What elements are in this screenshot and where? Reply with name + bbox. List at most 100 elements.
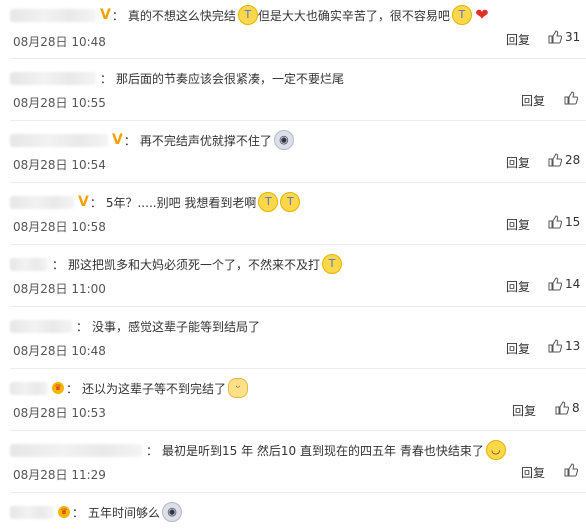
like-button[interactable]: 28 (548, 153, 580, 167)
like-button[interactable]: 14 (548, 277, 580, 291)
crying-emoji-icon: T (258, 192, 279, 212)
comment-item: V ： 真的不想这么快完结 T 但是大大也确实辛苦了，很不容易吧 T ❤ 08月… (0, 0, 586, 59)
thumbs-up-icon (548, 153, 562, 167)
comment-item: V ： 5年？.....别吧 我想看到老啊 T T 08月28日 10:58 回… (0, 182, 586, 244)
username-blurred[interactable] (10, 71, 96, 85)
crown-badge-icon: ♛ (52, 382, 64, 394)
comment-text: 那后面的节奏应该会很紧凑，一定不要烂尾 (116, 71, 345, 86)
separator (10, 120, 586, 121)
comment-date: 08月28日 10:58 (13, 220, 106, 234)
verified-badge-icon: V (112, 132, 123, 148)
separator (10, 492, 586, 493)
thumbs-up-icon (548, 277, 562, 291)
comment-item: ： 没事，感觉这辈子能等到结局了 08月28日 10:48 回复 13 (0, 306, 586, 368)
thumbs-up-icon (548, 215, 562, 229)
colon: ： (123, 133, 136, 148)
like-button[interactable] (564, 91, 581, 105)
like-button[interactable]: 15 (548, 215, 580, 229)
username-blurred[interactable] (10, 319, 72, 333)
separator (10, 244, 586, 245)
crying-emoji-icon: T (322, 254, 343, 274)
comment-line: V ： 真的不想这么快完结 T 但是大大也确实辛苦了，很不容易吧 T ❤ (10, 3, 490, 27)
comment-text: 最初是听到15 年 然后10 直到现在的四五年 青春也快结束了 (162, 443, 484, 458)
verified-badge-icon: V (100, 7, 111, 23)
comment-item: ♛ ： 五年时间够么 ◉ (0, 492, 586, 529)
crying-emoji-icon: T (451, 5, 472, 25)
comment-text: 再不完结声优就撑不住了 (139, 133, 272, 148)
comment-line: V ： 再不完结声优就撑不住了 ◉ (10, 128, 294, 152)
comment-text: 还以为这辈子等不到完结了 (82, 381, 227, 396)
comment-text: 没事，感觉这辈子能等到结局了 (92, 319, 261, 334)
comment-line: ： 没事，感觉这辈子能等到结局了 (10, 314, 260, 338)
comment-line: V ： 5年？.....别吧 我想看到老啊 T T (10, 190, 301, 214)
reply-button[interactable]: 回复 (521, 92, 545, 109)
username-blurred[interactable] (10, 133, 108, 147)
thumbs-up-icon (555, 401, 569, 415)
comment-date: 08月28日 10:48 (13, 344, 106, 358)
comment-text-continued: 但是大大也确实辛苦了，很不容易吧 (257, 8, 450, 23)
colon: ： (76, 319, 89, 334)
like-count: 31 (565, 30, 581, 44)
comment-line: ： 最初是听到15 年 然后10 直到现在的四五年 青春也快结束了 ◡ (10, 438, 506, 462)
thumbs-up-icon (548, 30, 562, 44)
like-count: 14 (565, 277, 581, 291)
colon: ： (72, 505, 85, 520)
like-count: 15 (565, 215, 581, 229)
reply-button[interactable]: 回复 (521, 464, 545, 481)
comment-item: V ： 再不完结声优就撑不住了 ◉ 08月28日 10:54 回复 28 (0, 120, 586, 182)
username-blurred[interactable] (10, 443, 142, 457)
comment-item: ： 那后面的节奏应该会很紧凑，一定不要烂尾 08月28日 10:55 回复 (0, 58, 586, 120)
reply-button[interactable]: 回复 (506, 216, 530, 233)
reply-button[interactable]: 回复 (512, 402, 536, 419)
verified-badge-icon: V (78, 194, 89, 210)
comment-line: ♛ ： 五年时间够么 ◉ (10, 500, 183, 524)
username-blurred[interactable] (10, 257, 48, 271)
crying-emoji-icon: T (280, 192, 301, 212)
thumbs-up-icon (564, 91, 578, 105)
cat-emoji-icon: ᵕ (228, 378, 249, 398)
comment-line: ： 那后面的节奏应该会很紧凑，一定不要烂尾 (10, 66, 344, 90)
colon: ： (52, 257, 65, 272)
colon: ： (100, 71, 113, 86)
comment-line: ： 那这把凯多和大妈必须死一个了，不然来不及打 T (10, 252, 343, 276)
username-blurred[interactable] (10, 381, 48, 395)
scared-emoji-icon: ◉ (273, 130, 294, 150)
like-button[interactable] (564, 463, 581, 477)
comment-date: 08月28日 11:00 (13, 282, 106, 296)
like-count: 28 (565, 153, 581, 167)
like-button[interactable]: 31 (548, 30, 580, 44)
like-button[interactable]: 13 (548, 339, 580, 353)
username-blurred[interactable] (10, 8, 96, 22)
crown-badge-icon: ♛ (58, 506, 70, 518)
separator (10, 182, 586, 183)
comment-date: 08月28日 11:29 (13, 468, 106, 482)
comment-item: ： 最初是听到15 年 然后10 直到现在的四五年 青春也快结束了 ◡ 08月2… (0, 430, 586, 492)
username-blurred[interactable] (10, 505, 54, 519)
comment-date: 08月28日 10:53 (13, 406, 106, 420)
thumbs-up-icon (548, 339, 562, 353)
reply-button[interactable]: 回复 (506, 278, 530, 295)
separator (10, 368, 586, 369)
scared-emoji-icon: ◉ (162, 502, 183, 522)
comment-page: { "comments": [ {"text":"真的不想这么快完结","tex… (0, 0, 586, 529)
colon: ： (66, 381, 79, 396)
username-blurred[interactable] (10, 195, 74, 209)
comment-line: ♛ ： 还以为这辈子等不到完结了 ᵕ (10, 376, 249, 400)
colon: ： (146, 443, 159, 458)
crying-emoji-icon: T (237, 5, 258, 25)
comment-text: 5年？.....别吧 我想看到老啊 (105, 195, 257, 210)
reply-button[interactable]: 回复 (506, 154, 530, 171)
like-button[interactable]: 8 (555, 401, 580, 415)
smile-emoji-icon: ◡ (485, 440, 506, 460)
reply-button[interactable]: 回复 (506, 340, 530, 357)
reply-button[interactable]: 回复 (506, 31, 530, 48)
separator (10, 430, 586, 431)
comment-date: 08月28日 10:48 (13, 35, 106, 49)
comment-date: 08月28日 10:54 (13, 158, 106, 172)
separator (10, 58, 586, 59)
comment-text: 五年时间够么 (88, 505, 161, 520)
heart-emoji-icon: ❤ (475, 5, 489, 24)
comment-date: 08月28日 10:55 (13, 96, 106, 110)
comment-item: ： 那这把凯多和大妈必须死一个了，不然来不及打 T 08月28日 11:00 回… (0, 244, 586, 306)
comment-text: 真的不想这么快完结 (127, 8, 236, 23)
